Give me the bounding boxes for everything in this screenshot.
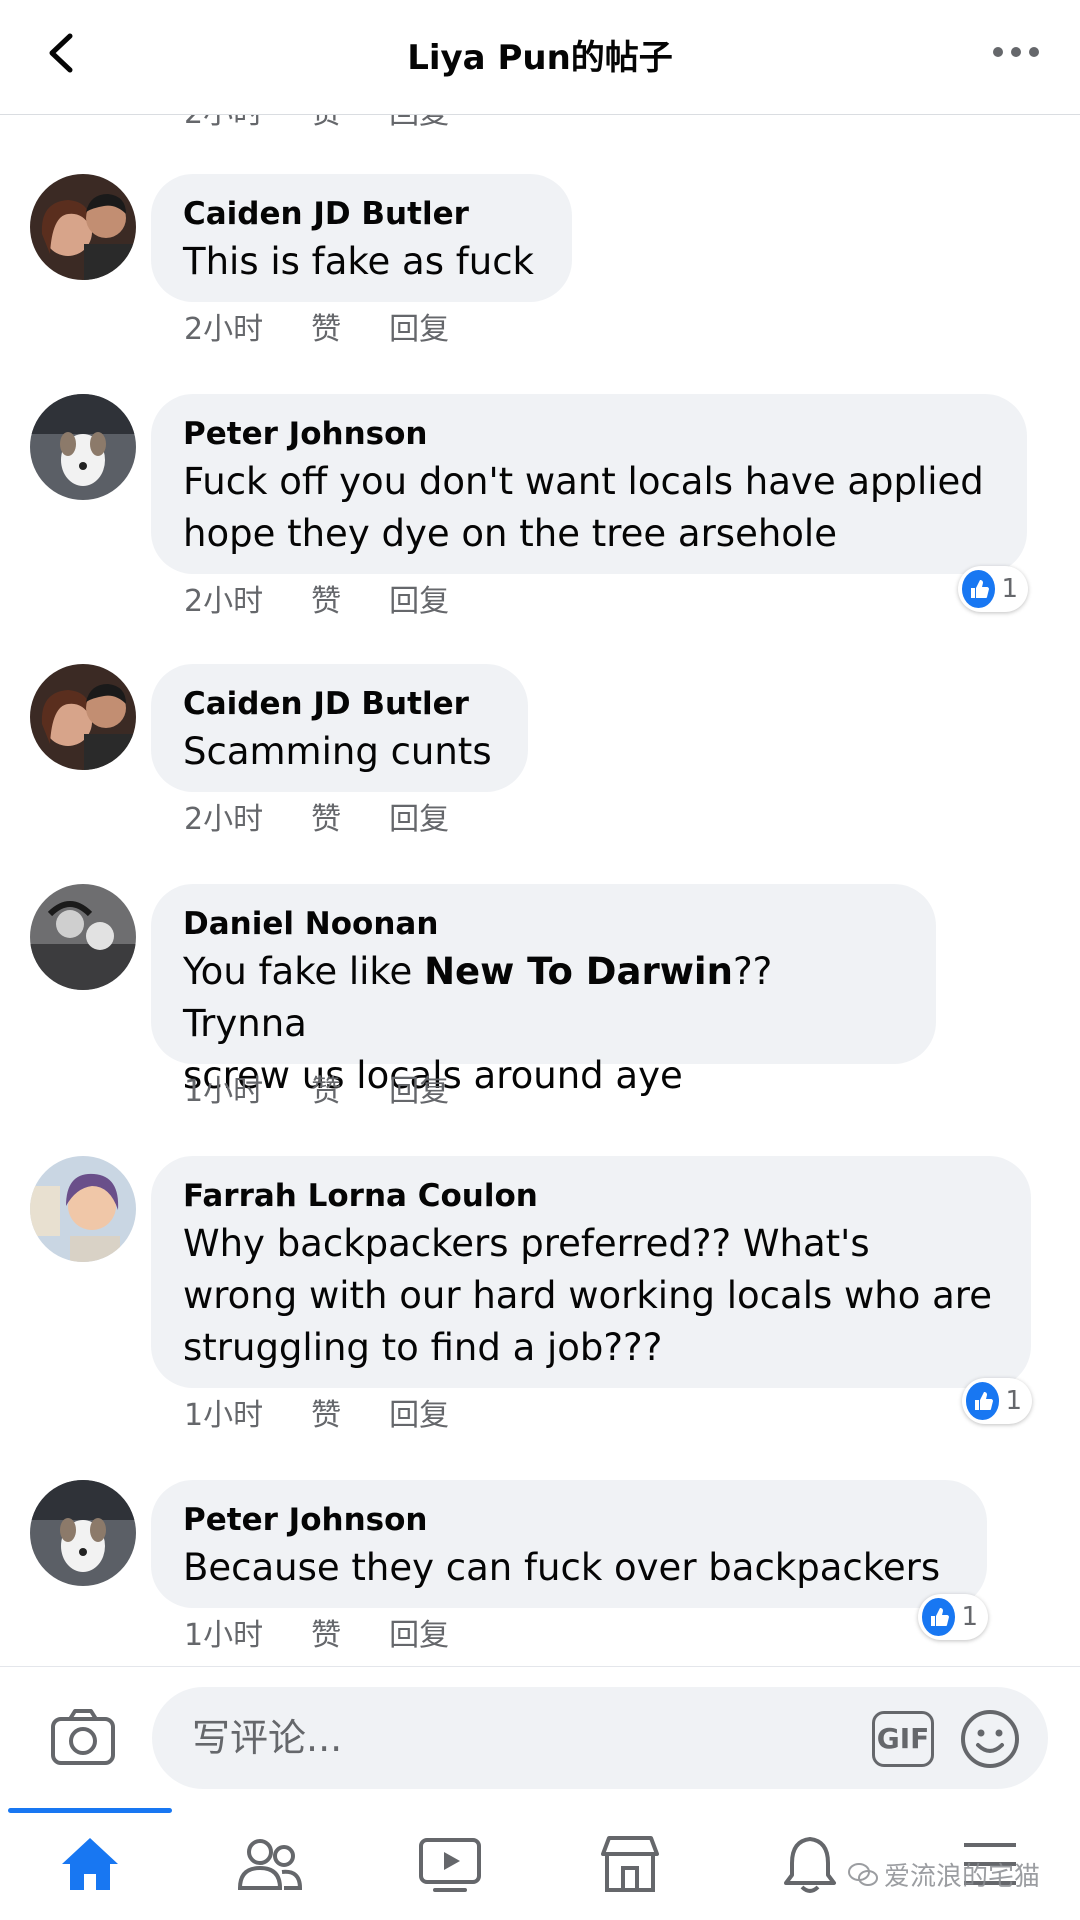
reaction-count-value: 1 — [1005, 1386, 1022, 1416]
top-bar: Liya Pun的帖子 — [0, 0, 1080, 115]
comment-meta: 2小时 赞 回复 — [184, 800, 449, 840]
comment-time: 2小时 — [184, 584, 264, 619]
comment-text-line: wrong with our hard working locals who a… — [183, 1274, 992, 1317]
nav-active-indicator — [8, 1808, 172, 1813]
comment-author[interactable]: Farrah Lorna Coulon — [183, 1176, 999, 1216]
comment-bubble[interactable]: Caiden JD Butler Scamming cunts — [151, 664, 528, 792]
comment-text: Fuck off you don't want locals have appl… — [183, 456, 995, 560]
like-link[interactable]: 赞 — [311, 1616, 341, 1656]
comment-text-line: Fuck off you don't want locals have appl… — [183, 460, 984, 503]
comment-text-line: struggling to find a job??? — [183, 1326, 663, 1369]
comment-text-line: hope they dye on the tree arsehole — [183, 512, 837, 555]
comment-text-line: Why backpackers preferred?? What's — [183, 1222, 870, 1265]
comment-text: This is fake as fuck — [183, 240, 534, 283]
reply-link[interactable]: 回复 — [389, 1616, 449, 1656]
comment-time: 2小时 — [184, 802, 264, 837]
like-link[interactable]: 赞 — [311, 114, 341, 132]
like-reaction-icon — [962, 570, 996, 608]
comment-author[interactable]: Peter Johnson — [183, 1500, 955, 1540]
like-link[interactable]: 赞 — [311, 1396, 341, 1436]
watch-icon — [419, 1838, 481, 1892]
comment-time: 1小时 — [184, 1398, 264, 1433]
comment-composer: 写评论... GIF — [0, 1666, 1080, 1809]
reply-link[interactable]: 回复 — [389, 310, 449, 350]
camera-button[interactable] — [50, 1707, 116, 1767]
comment-text-line: You fake like New To Darwin?? Trynna — [183, 946, 904, 1050]
reaction-count-value: 1 — [961, 1602, 978, 1632]
emoji-button[interactable] — [960, 1709, 1020, 1769]
comment-bubble[interactable]: Peter Johnson Because they can fuck over… — [151, 1480, 987, 1608]
page-mention-link[interactable]: New To Darwin — [424, 950, 733, 993]
home-icon — [62, 1838, 118, 1890]
reaction-count-value: 1 — [1001, 574, 1018, 604]
bell-icon — [784, 1837, 836, 1893]
comment-author[interactable]: Peter Johnson — [183, 414, 995, 454]
comment-text-segment: You fake like — [183, 950, 425, 993]
gif-button[interactable]: GIF — [872, 1711, 934, 1767]
comment-time: 2小时 — [184, 312, 264, 347]
reaction-count[interactable]: 1 — [958, 566, 1028, 612]
reply-link[interactable]: 回复 — [389, 800, 449, 840]
nav-home[interactable] — [50, 1826, 130, 1902]
page-title: Liya Pun的帖子 — [407, 38, 673, 78]
reaction-count[interactable]: 1 — [918, 1594, 988, 1640]
watermark-text: 爱流浪的宅猫 — [884, 1862, 1041, 1892]
comment-author[interactable]: Caiden JD Butler — [183, 194, 540, 234]
avatar[interactable] — [30, 884, 136, 990]
avatar[interactable] — [30, 174, 136, 280]
avatar[interactable] — [30, 664, 136, 770]
reply-link[interactable]: 回复 — [389, 582, 449, 622]
reply-link[interactable]: 回复 — [389, 114, 449, 132]
avatar[interactable] — [30, 1156, 136, 1262]
marketplace-icon — [601, 1836, 659, 1892]
comment-bubble[interactable]: Peter Johnson Fuck off you don't want lo… — [151, 394, 1027, 574]
reaction-count[interactable]: 1 — [962, 1378, 1032, 1424]
reply-link[interactable]: 回复 — [389, 1396, 449, 1436]
comment-author[interactable]: Caiden JD Butler — [183, 684, 496, 724]
like-link[interactable]: 赞 — [311, 1072, 341, 1112]
comment-meta: 1小时 赞 回复 — [184, 1396, 449, 1436]
comment-meta: 1小时 赞 回复 — [184, 1072, 449, 1112]
watermark: 爱流浪的宅猫 — [848, 1856, 1040, 1893]
comments-feed[interactable]: 2小时 赞 回复 Caiden JD Butler This is fake a… — [0, 114, 1080, 1666]
avatar[interactable] — [30, 1480, 136, 1586]
comment-bubble[interactable]: Daniel Noonan You fake like New To Darwi… — [151, 884, 936, 1097]
like-link[interactable]: 赞 — [311, 582, 341, 622]
comment-bubble[interactable]: Farrah Lorna Coulon Why backpackers pref… — [151, 1156, 1031, 1388]
comment-text: Because they can fuck over backpackers — [183, 1546, 941, 1589]
emoji-icon — [961, 1710, 1019, 1768]
nav-watch[interactable] — [410, 1826, 490, 1902]
comment-meta-partial: 2小时 赞 回复 — [184, 114, 449, 132]
more-dots-icon — [993, 47, 1039, 57]
like-reaction-icon — [966, 1382, 1000, 1420]
reply-link[interactable]: 回复 — [389, 1072, 449, 1112]
comment-meta: 2小时 赞 回复 — [184, 310, 449, 350]
comment-time: 2小时 — [184, 114, 263, 132]
comment-bubble[interactable]: Caiden JD Butler This is fake as fuck — [151, 174, 572, 302]
comment-text: Why backpackers preferred?? What's wrong… — [183, 1218, 999, 1374]
nav-notifications[interactable] — [770, 1826, 850, 1902]
comment-meta: 1小时 赞 回复 — [184, 1616, 449, 1656]
wechat-icon — [848, 1862, 878, 1886]
like-reaction-icon — [922, 1598, 956, 1636]
comment-author[interactable]: Daniel Noonan — [183, 904, 904, 944]
comment-time: 1小时 — [184, 1074, 264, 1109]
camera-icon — [51, 1709, 115, 1765]
like-link[interactable]: 赞 — [311, 310, 341, 350]
comment-meta: 2小时 赞 回复 — [184, 582, 449, 622]
comment-text: Scamming cunts — [183, 730, 492, 773]
nav-friends[interactable] — [230, 1826, 310, 1902]
like-link[interactable]: 赞 — [311, 800, 341, 840]
nav-marketplace[interactable] — [590, 1826, 670, 1902]
friends-icon — [237, 1839, 303, 1890]
avatar[interactable] — [30, 394, 136, 500]
more-options-button[interactable] — [992, 40, 1040, 64]
comment-time: 1小时 — [184, 1618, 264, 1653]
